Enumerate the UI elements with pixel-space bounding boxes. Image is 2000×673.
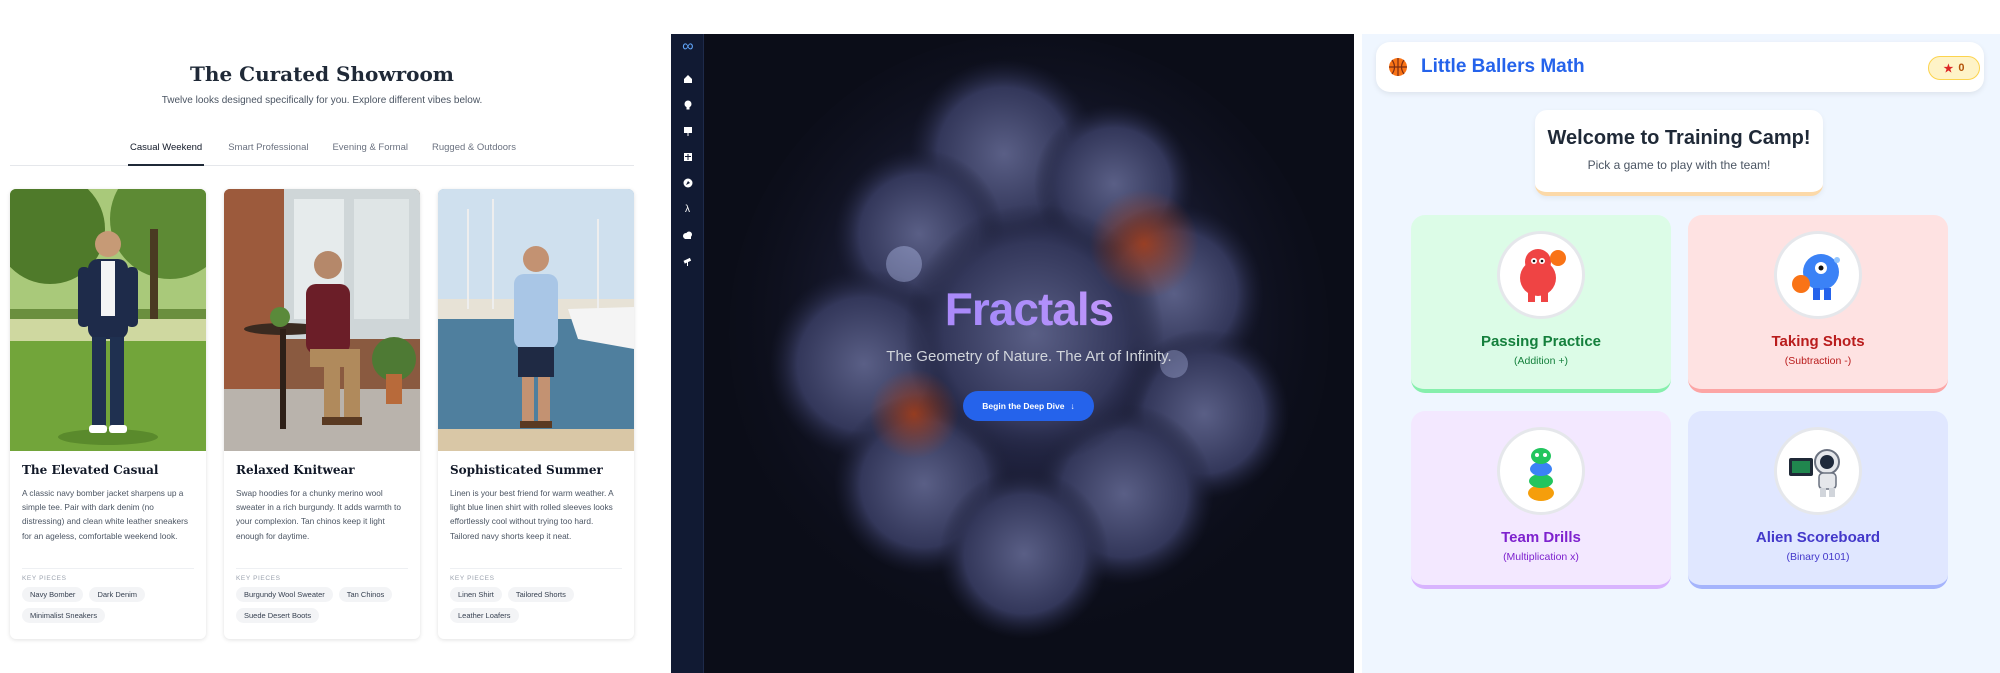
key-pieces-label: KEY PIECES [450,575,495,582]
tag-chip: Dark Denim [89,587,146,602]
style-tabs: Casual Weekend Smart Professional Evenin… [10,136,634,166]
score-badge: ★ 0 [1928,56,1980,80]
math-game-page: Little Ballers Math ★ 0 Welcome to Train… [1362,34,2000,673]
divider [450,568,622,569]
key-pieces-label: KEY PIECES [22,575,67,582]
tag-chip: Minimalist Sneakers [22,608,106,623]
tab-casual-weekend[interactable]: Casual Weekend [128,136,205,166]
game-operation: (Binary 0101) [1786,551,1850,563]
cloud-icon[interactable] [671,225,704,245]
begin-deep-dive-button[interactable]: Begin the Deep Dive ↓ [963,391,1094,421]
infinity-icon[interactable]: ∞ [677,39,699,55]
card-description: Swap hoodies for a chunky merino wool sw… [236,488,401,541]
showroom-page: The Curated Showroom Twelve looks design… [0,34,644,646]
card-title: Sophisticated Summer [450,463,603,477]
tab-rugged-outdoors[interactable]: Rugged & Outdoors [432,136,516,166]
mascot-avatar [1774,427,1862,515]
tab-evening-formal[interactable]: Evening & Formal [332,136,408,166]
sidebar: ∞ λ [671,34,704,673]
stacked-monsters-icon [1528,448,1554,501]
welcome-banner: Welcome to Training Camp! Pick a game to… [1535,110,1823,196]
outfit-photo-marina [438,189,634,451]
app-title: Little Ballers Math [1421,56,1585,77]
fractals-page: ∞ λ Fractals The Geometry of Nature. The… [671,34,1354,673]
outfit-card[interactable]: The Elevated Casual A classic navy bombe… [10,189,206,639]
cta-label: Begin the Deep Dive [982,401,1065,411]
blue-robot-basketball-icon [1792,254,1840,300]
outfit-cards: The Elevated Casual A classic navy bombe… [10,189,634,639]
score-value: 0 [1958,62,1965,74]
lightbulb-icon[interactable] [671,95,704,115]
hero-subtitle: The Geometry of Nature. The Art of Infin… [886,348,1172,365]
app-header: Little Ballers Math ★ 0 [1376,42,1984,92]
game-card-taking-shots[interactable]: Taking Shots (Subtraction -) [1688,215,1948,393]
tag-chip: Navy Bomber [22,587,84,602]
welcome-title: Welcome to Training Camp! [1547,127,1811,149]
presentation-icon[interactable] [671,121,704,141]
compass-icon[interactable] [671,173,704,193]
divider [236,568,408,569]
star-icon: ★ [1943,62,1954,75]
telescope-icon[interactable] [671,251,704,271]
tag-chip: Tailored Shorts [507,587,574,602]
red-monster-basketball-icon [1520,249,1566,302]
tag-chip: Suede Desert Boots [236,608,320,623]
outfit-photo-cafe [224,189,420,451]
card-title: The Elevated Casual [22,463,159,477]
game-card-team-drills[interactable]: Team Drills (Multiplication x) [1411,411,1671,589]
game-card-passing-practice[interactable]: Passing Practice (Addition +) [1411,215,1671,393]
grid-icon[interactable] [671,147,704,167]
game-title: Team Drills [1501,529,1581,546]
lambda-icon[interactable]: λ [671,199,704,219]
home-icon[interactable] [671,69,704,89]
outfit-photo-park [10,189,206,451]
tag-chip: Burgundy Wool Sweater [236,587,333,602]
mascot-avatar [1497,231,1585,319]
card-description: A classic navy bomber jacket sharpens up… [22,488,189,541]
game-title: Taking Shots [1771,333,1865,350]
tab-smart-professional[interactable]: Smart Professional [228,136,308,166]
outfit-card[interactable]: Relaxed Knitwear Swap hoodies for a chun… [224,189,420,639]
game-operation: (Multiplication x) [1503,551,1579,563]
mascot-avatar [1774,231,1862,319]
welcome-subtitle: Pick a game to play with the team! [1587,158,1771,172]
outfit-card[interactable]: Sophisticated Summer Linen is your best … [438,189,634,639]
card-title: Relaxed Knitwear [236,463,355,477]
game-title: Passing Practice [1480,333,1602,350]
page-title: The Curated Showroom [190,62,454,86]
game-operation: (Subtraction -) [1784,355,1852,367]
divider [22,568,194,569]
tag-chip: Tan Chinos [338,587,393,602]
arrow-down-icon: ↓ [1070,401,1075,411]
game-title: Alien Scoreboard [1755,529,1881,546]
tag-chip: Leather Loafers [450,608,519,623]
mascot-avatar [1497,427,1585,515]
tag-chip: Linen Shirt [450,587,502,602]
astronaut-scoreboard-icon [1789,449,1840,497]
hero-title: Fractals [704,282,1354,336]
game-operation: (Addition +) [1514,355,1568,367]
basketball-icon [1389,58,1407,76]
game-card-alien-scoreboard[interactable]: Alien Scoreboard (Binary 0101) [1688,411,1948,589]
card-description: Linen is your best friend for warm weath… [450,488,614,541]
page-subtitle: Twelve looks designed specifically for y… [161,95,483,106]
key-pieces-label: KEY PIECES [236,575,281,582]
